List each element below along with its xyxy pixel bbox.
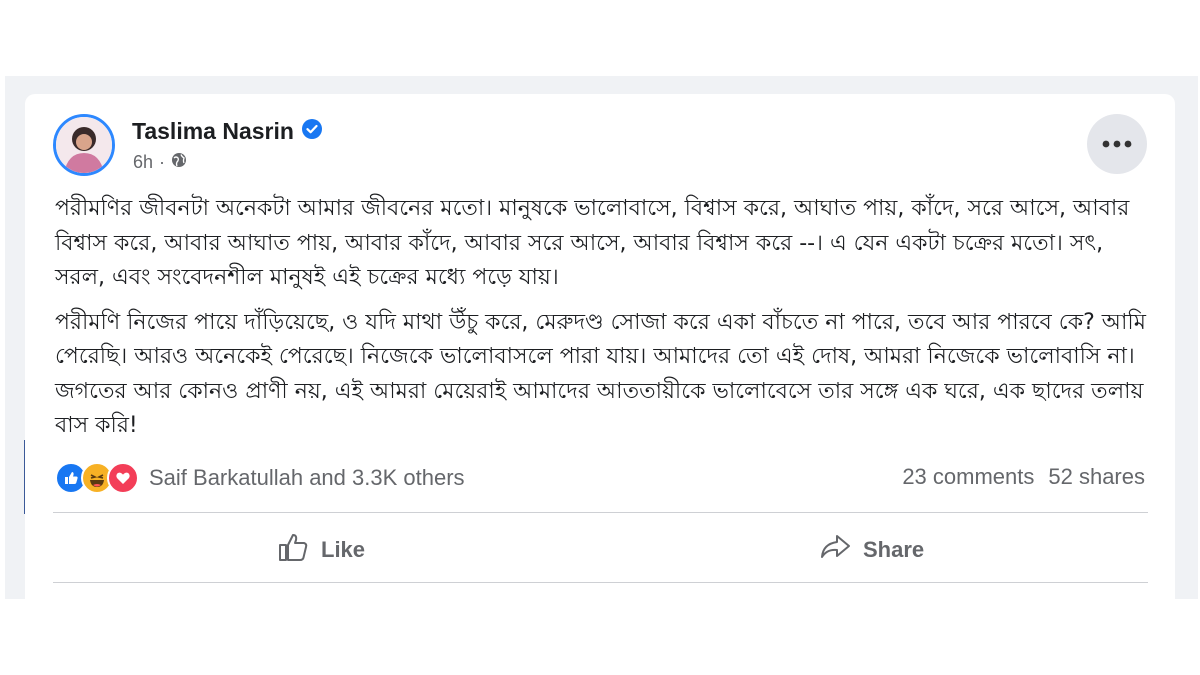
divider-top [53,512,1148,513]
post-stats: 23 comments 52 shares [902,464,1145,490]
more-dots-icon [1102,135,1132,153]
thumbs-up-icon [277,531,309,569]
like-button[interactable]: Like [277,531,365,569]
shares-count[interactable]: 52 shares [1048,464,1145,490]
share-button[interactable]: Share [819,531,924,569]
post-card: Taslima Nasrin 6h · পরীমণির জীবনটা অনেকট… [25,94,1175,599]
post-paragraph-2: পরীমণি নিজের পায়ে দাঁড়িয়েছে, ও যদি মা… [55,309,1146,439]
post-author: Taslima Nasrin [132,118,322,145]
avatar-image [56,117,112,173]
more-options-button[interactable] [1087,114,1147,174]
comments-count[interactable]: 23 comments [902,464,1034,490]
share-label: Share [863,537,925,562]
post-paragraph-1: পরীমণির জীবনটা অনেকটা আমার জীবনের মতো। ম… [55,196,1130,290]
post-text: পরীমণির জীবনটা অনেকটা আমার জীবনের মতো। ম… [55,192,1155,454]
globe-icon[interactable] [171,152,187,173]
meta-separator: · [159,152,166,172]
like-label: Like [321,537,366,562]
reactions-summary[interactable]: Saif Barkatullah and 3.3K others [55,462,465,494]
verified-badge-icon [301,118,322,145]
share-arrow-icon [819,531,851,569]
divider-bottom [53,582,1148,583]
post-timestamp[interactable]: 6h [133,152,153,173]
avatar[interactable] [53,114,115,176]
post-meta: 6h · [133,152,187,173]
author-name[interactable]: Taslima Nasrin [132,118,294,145]
love-reaction-icon [107,462,139,494]
reactions-text[interactable]: Saif Barkatullah and 3.3K others [149,465,465,491]
